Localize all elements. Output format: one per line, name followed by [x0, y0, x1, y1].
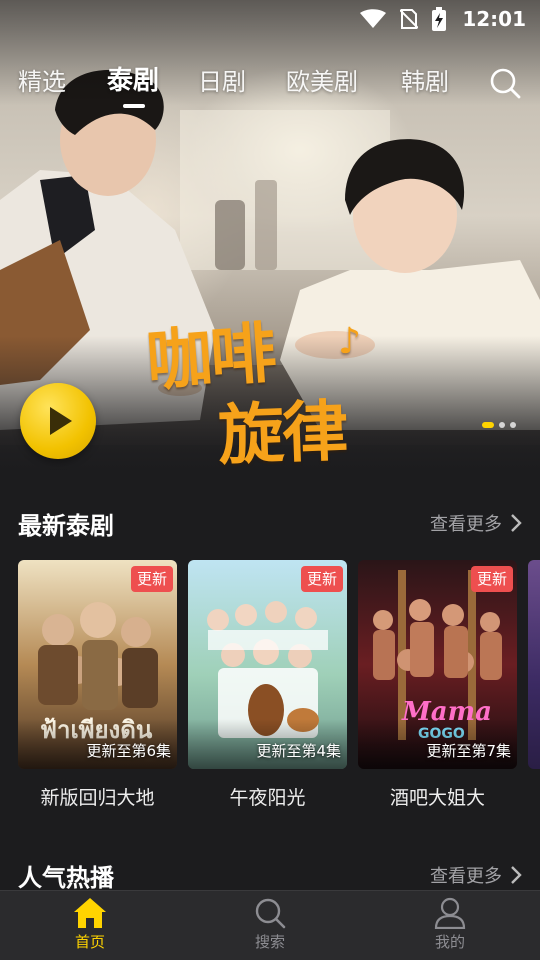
status-bar: 12:01 — [0, 0, 540, 38]
drama-poster: 更新 更新至第4集 — [188, 560, 347, 769]
no-sim-icon — [400, 9, 419, 29]
battery-icon — [432, 7, 447, 31]
section-title: 最新泰剧 — [18, 512, 114, 540]
update-badge: 更新 — [300, 566, 343, 592]
bottom-navigation: 首页 搜索 我的 — [0, 890, 540, 960]
tab-featured[interactable]: 精选 — [18, 62, 66, 97]
profile-icon — [434, 897, 466, 929]
episode-status: 更新至第6集 — [86, 742, 171, 760]
episode-status: 更新至第4集 — [256, 742, 341, 760]
tab-japanese-drama[interactable]: 日剧 — [198, 62, 246, 97]
drama-poster: ฟ้าเพียงดิน 更新 更新至第6集 — [18, 560, 177, 769]
drama-title: 新版回归大地 — [40, 787, 155, 809]
see-more-link[interactable]: 查看更多 — [430, 510, 522, 536]
nav-profile[interactable]: 我的 — [395, 891, 505, 960]
carousel-indicator — [482, 422, 516, 428]
nav-search[interactable]: 搜索 — [215, 891, 325, 960]
drama-title: 酒吧大姐大 — [389, 787, 485, 809]
carousel-dot — [499, 422, 505, 428]
drama-card[interactable]: Mama GOGO 更新 更新至第7集 酒吧大姐大 — [358, 560, 517, 810]
update-badge: 更新 — [470, 566, 513, 592]
drama-card[interactable]: ฟ้าเพียงดิน 更新 更新至第6集 新版回归大地 — [18, 560, 177, 810]
chevron-right-icon — [511, 514, 522, 532]
nav-label: 我的 — [434, 933, 465, 951]
banner-title-line2: 旋律 — [216, 391, 348, 475]
tab-western-drama[interactable]: 欧美剧 — [286, 62, 358, 97]
drama-poster: Mama GOGO 更新 更新至第7集 — [358, 560, 517, 769]
carousel-dot-active — [482, 422, 494, 428]
see-more-label: 查看更多 — [430, 866, 502, 887]
latest-section-header: 最新泰剧 查看更多 — [0, 506, 540, 546]
drama-card[interactable]: 更新 更新至第4集 午夜阳光 — [188, 560, 347, 810]
search-icon — [255, 898, 286, 929]
see-more-label: 查看更多 — [430, 514, 502, 535]
tab-korean-drama[interactable]: 韩剧 — [401, 62, 449, 97]
carousel-dot — [510, 422, 516, 428]
nav-label: 搜索 — [254, 933, 285, 951]
banner-title-art: 咖啡 ♪ 旋律 — [138, 300, 408, 475]
section-title: 人气热播 — [18, 864, 114, 892]
search-icon[interactable] — [488, 66, 522, 100]
chevron-right-icon — [511, 866, 522, 884]
nav-label: 首页 — [74, 933, 105, 951]
play-icon — [50, 407, 72, 435]
app-screen: 咖啡 ♪ 旋律 12:01 精选 泰剧 日剧 欧美剧 韩剧 最新泰剧 查看更多 … — [0, 0, 540, 960]
home-icon — [74, 898, 106, 928]
episode-status: 更新至第7集 — [426, 742, 511, 760]
see-more-link[interactable]: 查看更多 — [430, 862, 522, 888]
drama-card-partial[interactable] — [528, 560, 540, 769]
wifi-icon — [360, 9, 387, 28]
tab-thai-drama[interactable]: 泰剧 — [107, 60, 159, 97]
update-badge: 更新 — [130, 566, 173, 592]
nav-home[interactable]: 首页 — [35, 891, 145, 960]
category-tabs: 精选 泰剧 日剧 欧美剧 韩剧 — [0, 60, 540, 108]
drama-title: 午夜阳光 — [229, 787, 306, 809]
music-note-icon: ♪ — [338, 320, 361, 362]
latest-drama-list: ฟ้าเพียงดิน 更新 更新至第6集 新版回归大地 — [18, 560, 540, 810]
status-time: 12:01 — [462, 7, 526, 31]
play-button[interactable] — [20, 383, 96, 459]
active-tab-indicator — [123, 104, 145, 108]
